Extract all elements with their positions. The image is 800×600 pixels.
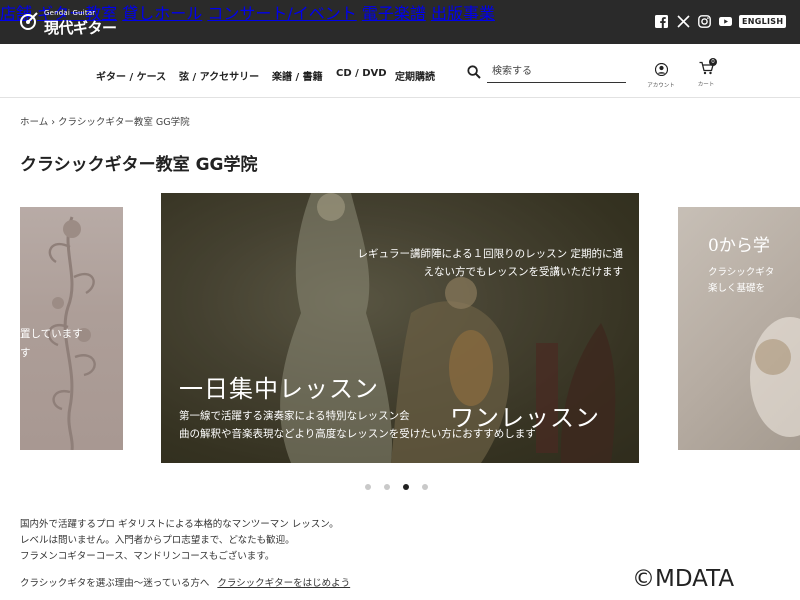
- carousel-slide-current[interactable]: ワンレッスン レギュラー講師陣による１回限りのレッスン 定期的に通えない方でもレ…: [161, 193, 639, 463]
- category-guitar-case[interactable]: ギター / ケース: [96, 68, 166, 83]
- account-label: アカウント: [647, 83, 675, 89]
- search-input[interactable]: [487, 61, 626, 83]
- carousel-dot-4[interactable]: [422, 484, 428, 490]
- category-subscription[interactable]: 定期購読: [395, 68, 435, 83]
- instagram-icon[interactable]: [698, 15, 711, 28]
- user-icon: [654, 62, 668, 77]
- description-line: フラメンコギターコース、マンドリンコースもございます。: [20, 551, 275, 562]
- top-bar: Gendai Guitar 現代ギター 店舗 ギター教室 貸しホール コンサート…: [0, 0, 800, 44]
- guitar-logo-icon: [20, 12, 38, 30]
- youtube-icon[interactable]: [719, 15, 732, 28]
- school-description: 国内外で活躍するプロ ギタリストによる本格的なマンツーマン レッスン。 レベルは…: [20, 517, 339, 565]
- breadcrumb-home[interactable]: ホーム: [20, 117, 48, 128]
- english-button[interactable]: ENGLISH: [739, 15, 787, 28]
- guide-prompt: クラシックギタを選ぶ理由〜迷っている方へ: [20, 578, 210, 589]
- previous-slide-text: 置しています す: [20, 328, 83, 359]
- intensive-lesson-heading: 一日集中レッスン: [179, 375, 379, 403]
- logo-title: 現代ギター: [44, 19, 117, 37]
- category-nav: ギター / ケース 弦 / アクセサリー 楽譜 / 書籍 CD / DVD 定期…: [0, 44, 800, 98]
- account-button[interactable]: アカウント: [644, 61, 678, 89]
- carousel-dot-1[interactable]: [365, 484, 371, 490]
- top-nav-digital-score[interactable]: 電子楽譜: [362, 4, 426, 23]
- carousel-dot-2[interactable]: [384, 484, 390, 490]
- guide-links: クラシックギタを選ぶ理由〜迷っている方へ クラシックギターをはじめよう: [20, 575, 350, 589]
- page-title: クラシックギター教室 GG学院: [20, 155, 258, 175]
- carousel-slide-previous[interactable]: 置しています す: [20, 207, 123, 450]
- next-slide-text: クラシックギタ 楽しく基礎を: [708, 267, 775, 294]
- category-cd-dvd[interactable]: CD / DVD: [336, 68, 387, 79]
- description-line: レベルは問いません。入門者からプロ志望まで、どなたも歓迎。: [20, 535, 295, 546]
- top-nav-concert-event[interactable]: コンサート/イベント: [207, 4, 356, 23]
- breadcrumb-current: クラシックギター教室 GG学院: [58, 117, 190, 128]
- top-nav-hall-rental[interactable]: 貸しホール: [122, 4, 202, 23]
- start-classical-guitar-link[interactable]: クラシックギターをはじめよう: [217, 578, 350, 589]
- next-slide-heading: 0から学: [708, 236, 770, 256]
- cart-label: カート: [697, 82, 715, 88]
- x-icon[interactable]: [677, 15, 690, 28]
- one-lesson-description: レギュラー講師陣による１回限りのレッスン 定期的に通えない方でもレッスンを受講い…: [357, 248, 623, 278]
- copyright-watermark: ©MDATA: [632, 566, 735, 592]
- breadcrumb: ホーム › クラシックギター教室 GG学院: [20, 114, 190, 128]
- category-strings-accessories[interactable]: 弦 / アクセサリー: [179, 68, 259, 83]
- top-nav-publishing[interactable]: 出版事業: [431, 4, 495, 23]
- site-logo[interactable]: Gendai Guitar 現代ギター: [18, 8, 128, 37]
- intensive-lesson-description: 第一線で活躍する演奏家による特別なレッスン会 曲の解釈や音楽表現などより高度なレ…: [179, 410, 536, 440]
- logo-subtitle: Gendai Guitar: [44, 9, 96, 17]
- search-icon[interactable]: [467, 65, 481, 79]
- cart-count-badge: 0: [709, 58, 717, 66]
- cart-button[interactable]: 0 カート: [692, 58, 720, 88]
- description-line: 国内外で活躍するプロ ギタリストによる本格的なマンツーマン レッスン。: [20, 519, 339, 530]
- carousel-dot-3[interactable]: [403, 484, 409, 490]
- breadcrumb-separator: ›: [51, 117, 56, 128]
- carousel-slide-next[interactable]: 0から学 クラシックギタ 楽しく基礎を: [678, 207, 800, 450]
- facebook-icon[interactable]: [655, 15, 668, 28]
- carousel-pagination: [365, 484, 435, 491]
- category-scores-books[interactable]: 楽譜 / 書籍: [272, 68, 323, 83]
